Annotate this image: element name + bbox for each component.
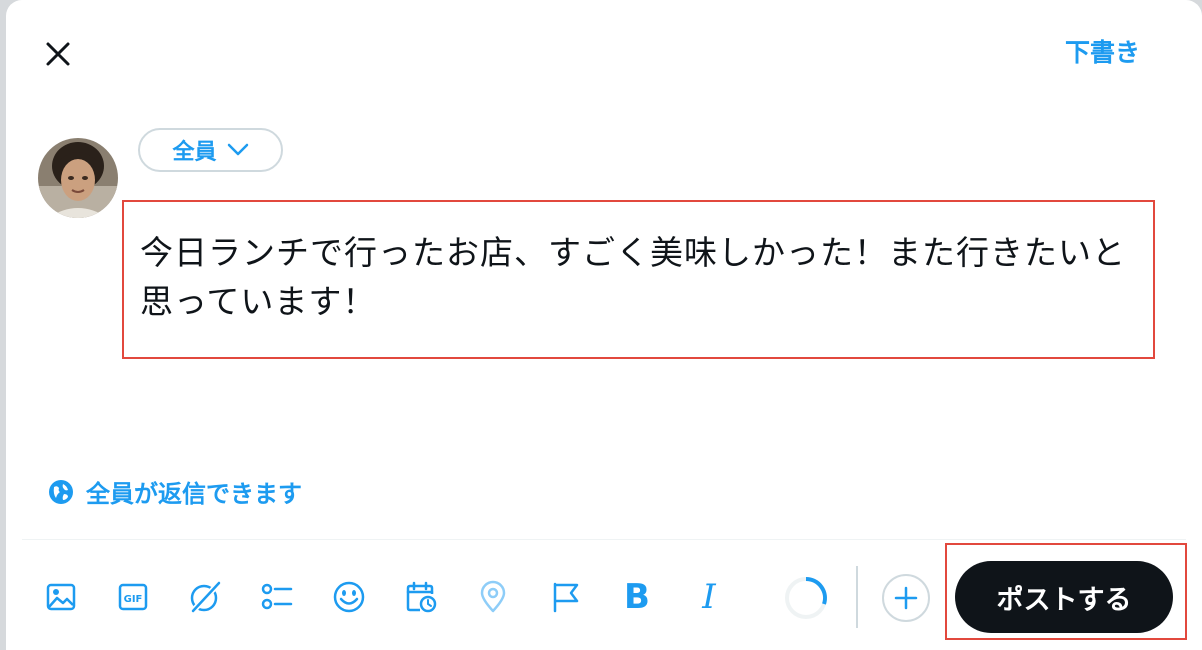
grok-button[interactable] (183, 575, 227, 619)
audience-label: 全員 (172, 140, 217, 165)
poll-icon (261, 583, 293, 610)
post-text-input[interactable]: 今日ランチで行ったお店、すごく美味しかった！また行きたいと思っています！ (122, 200, 1155, 359)
location-icon (480, 580, 506, 613)
reply-setting-button[interactable]: 全員が返信できます (48, 474, 302, 509)
compose-modal: 下書き 全員 今日ランチで行ったお店、すごく美味しかった！また行きたいと思ってい… (6, 0, 1202, 650)
avatar[interactable] (38, 138, 118, 218)
add-gif-button[interactable]: GIF (111, 575, 155, 619)
audience-selector[interactable]: 全員 (138, 128, 283, 172)
image-icon (46, 583, 76, 611)
reply-setting-label: 全員が返信できます (86, 480, 302, 508)
close-button[interactable] (38, 34, 78, 74)
italic-icon: I (702, 577, 716, 617)
add-post-button[interactable] (882, 574, 930, 622)
drafts-link[interactable]: 下書き (1065, 36, 1140, 70)
plus-icon (894, 586, 918, 610)
svg-text:GIF: GIF (124, 594, 143, 605)
bold-icon: B (624, 577, 650, 617)
globe-icon (49, 479, 73, 504)
divider (22, 539, 1186, 540)
location-button[interactable] (471, 575, 515, 619)
bold-button[interactable]: B (615, 575, 659, 619)
add-emoji-button[interactable] (327, 575, 371, 619)
toolbar-separator (856, 566, 858, 628)
grok-icon (190, 580, 222, 614)
emoji-icon (333, 581, 365, 613)
schedule-icon (406, 581, 437, 613)
schedule-button[interactable] (399, 575, 443, 619)
character-counter (785, 577, 827, 619)
italic-button[interactable]: I (687, 575, 731, 619)
gif-icon: GIF (118, 583, 148, 611)
close-icon (46, 42, 70, 66)
flag-icon (553, 582, 579, 613)
add-poll-button[interactable] (255, 575, 299, 619)
tag-flag-button[interactable] (543, 575, 587, 619)
chevron-down-icon (227, 143, 248, 156)
post-button[interactable]: ポストする (955, 561, 1173, 633)
add-media-button[interactable] (39, 575, 83, 619)
